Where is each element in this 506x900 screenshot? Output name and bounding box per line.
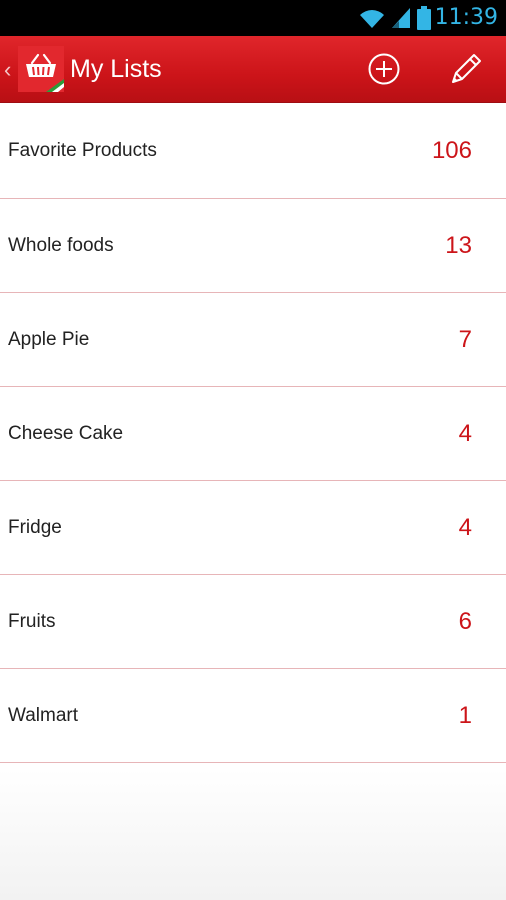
- list-item-name: Fridge: [8, 516, 62, 538]
- list-item-name: Apple Pie: [8, 328, 90, 350]
- list-item-count: 4: [458, 513, 472, 541]
- status-bar: 11:39: [0, 0, 506, 36]
- list-item-count: 106: [431, 136, 472, 164]
- list-item-count: 4: [458, 419, 472, 447]
- list-item-name: Whole foods: [8, 234, 114, 256]
- cell-signal-icon: [391, 8, 410, 28]
- list-item[interactable]: Cheese Cake 4: [0, 387, 506, 481]
- battery-icon: [416, 6, 431, 30]
- list-item-count: 7: [458, 325, 472, 353]
- list-item[interactable]: Fridge 4: [0, 481, 506, 575]
- status-icons: [359, 6, 431, 30]
- shopping-basket-icon[interactable]: [18, 46, 64, 92]
- list-item-count: 13: [445, 231, 472, 259]
- edit-lists-button[interactable]: [438, 36, 494, 103]
- add-icon: [368, 53, 400, 85]
- add-list-button[interactable]: [356, 36, 412, 103]
- list-item-name: Walmart: [8, 704, 79, 726]
- list-item[interactable]: Favorite Products 106: [0, 103, 506, 199]
- lists-list: Favorite Products 106 Whole foods 13 App…: [0, 103, 506, 763]
- empty-area: [0, 769, 506, 900]
- status-time: 11:39: [434, 5, 498, 30]
- list-item-name: Cheese Cake: [8, 422, 124, 444]
- list-item[interactable]: Apple Pie 7: [0, 293, 506, 387]
- list-item-count: 6: [458, 607, 472, 635]
- page-title: My Lists: [70, 54, 162, 83]
- list-item[interactable]: Fruits 6: [0, 575, 506, 669]
- list-item-name: Favorite Products: [8, 139, 157, 161]
- wifi-icon: [359, 10, 384, 28]
- list-item[interactable]: Walmart 1: [0, 669, 506, 763]
- list-item[interactable]: Whole foods 13: [0, 199, 506, 293]
- action-bar: ‹ My Lists: [0, 36, 506, 103]
- pencil-icon: [452, 54, 481, 83]
- up-chevron-icon[interactable]: ‹: [4, 36, 16, 103]
- list-item-count: 1: [458, 701, 472, 729]
- list-item-name: Fruits: [8, 610, 56, 632]
